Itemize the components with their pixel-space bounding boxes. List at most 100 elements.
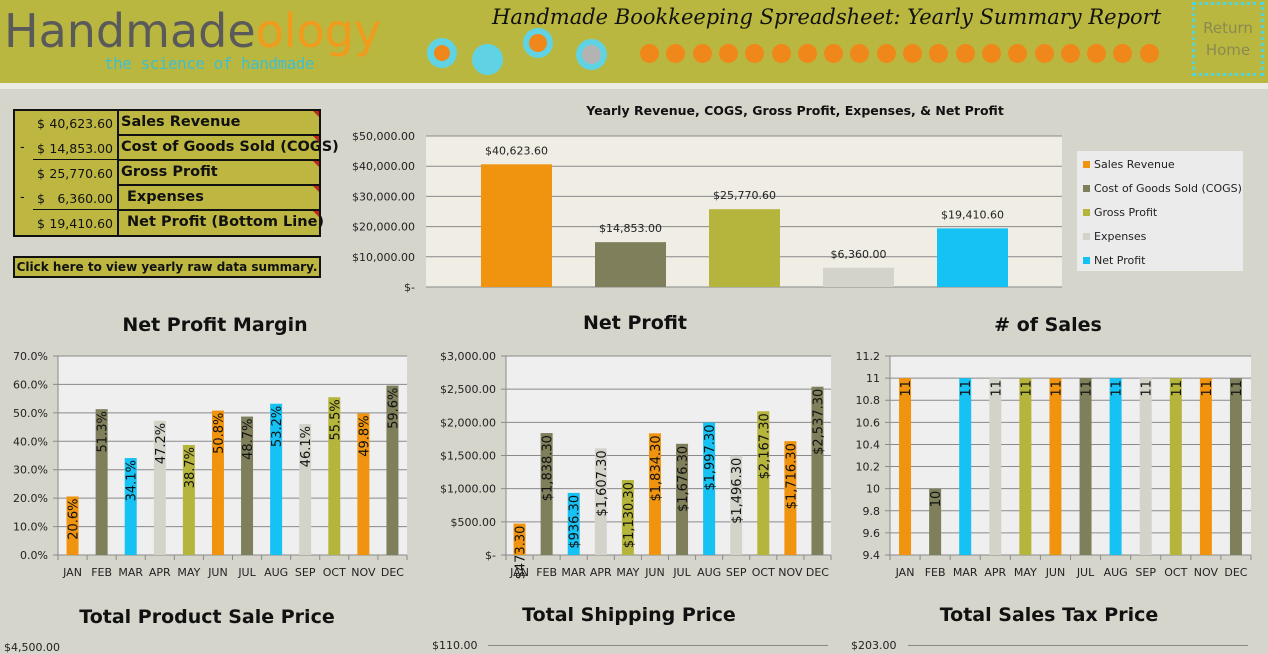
- y-tick-label: $3,000.00: [440, 350, 496, 363]
- view-raw-data-button[interactable]: Click here to view yearly raw data summa…: [13, 256, 321, 278]
- legend-item-sales-revenue: Sales Revenue: [1083, 158, 1175, 171]
- x-tick-label: DEC: [1224, 566, 1247, 579]
- data-label: $19,410.60: [941, 208, 1004, 221]
- legend-swatch: [1083, 185, 1090, 192]
- currency: $: [37, 141, 45, 156]
- legend-label: Cost of Goods Sold (COGS): [1094, 182, 1242, 195]
- x-tick-label: JAN: [509, 566, 529, 579]
- sales-tax-price-gridline: [908, 645, 1248, 646]
- x-tick-label: NOV: [351, 566, 376, 579]
- x-tick-label: APR: [149, 566, 171, 579]
- bar-expenses: [823, 267, 894, 287]
- decor-dot-icon: [850, 44, 870, 63]
- bar-gross-profit: [709, 209, 780, 287]
- legend-item-expenses: Expenses: [1083, 230, 1146, 243]
- data-label: 20.6%: [67, 498, 82, 539]
- amount-value: 6,360.00: [57, 191, 113, 206]
- summary-row-net-profit: $19,410.60 Net Profit (Bottom Line): [15, 211, 324, 236]
- data-label: $2,167.30: [757, 413, 772, 479]
- x-tick-label: MAR: [118, 566, 143, 579]
- x-tick-label: NOV: [778, 566, 803, 579]
- y-tick-label: 9.8: [863, 505, 881, 518]
- net-profit-title: Net Profit: [583, 312, 687, 334]
- amount: $14,853.00: [37, 141, 113, 156]
- data-label: $14,853.00: [599, 222, 662, 235]
- return-home-button[interactable]: Return Home: [1192, 2, 1264, 76]
- summary-row-cogs: - $14,853.00 Cost of Goods Sold (COGS): [15, 136, 339, 161]
- data-label: 10: [929, 491, 944, 508]
- bar-sales-revenue: [481, 164, 552, 287]
- decor-dot-icon: [1087, 44, 1107, 63]
- subtotal-line: [33, 209, 117, 210]
- x-tick-label: MAR: [953, 566, 978, 579]
- data-label: 59.6%: [386, 388, 401, 429]
- data-label: 49.8%: [357, 415, 372, 456]
- amount: $6,360.00: [37, 191, 113, 206]
- data-label: 11: [1019, 380, 1034, 397]
- x-tick-label: JUL: [672, 566, 691, 579]
- decor-dot-icon: [692, 44, 712, 63]
- y-tick-label: 11.2: [856, 350, 881, 363]
- decor-circle-icon: [434, 45, 450, 61]
- y-tick-label: 10.4: [856, 438, 881, 451]
- sign: -: [20, 140, 25, 155]
- bar-mar: [959, 378, 972, 555]
- shipping-price-title: Total Shipping Price: [522, 604, 736, 626]
- bar-apr: [989, 378, 1002, 555]
- legend-label: Gross Profit: [1094, 206, 1158, 219]
- y-tick-label: 9.4: [863, 549, 881, 562]
- data-label: $1,607.30: [595, 450, 610, 516]
- bar-oct: [1169, 378, 1182, 555]
- shipping-price-ytick: $110.00: [432, 639, 478, 652]
- summary-row-sales-revenue: $40,623.60 Sales Revenue: [15, 111, 319, 136]
- sign: -: [20, 190, 25, 205]
- x-tick-label: JUN: [644, 566, 665, 579]
- x-tick-label: NOV: [1194, 566, 1219, 579]
- data-label: 11: [1110, 380, 1125, 397]
- net-profit-margin-chart: 0.0% 10.0% 20.0% 30.0% 40.0% 50.0% 60.0% 70.0% 2…: [13, 350, 408, 579]
- decor-dot-icon: [1113, 44, 1133, 63]
- logo-main: Handmade: [4, 4, 256, 58]
- comment-indicator-icon[interactable]: [313, 136, 319, 142]
- y-tick-label: 30.0%: [13, 464, 48, 477]
- x-tick-label: FEB: [536, 566, 557, 579]
- bar-may: [1019, 378, 1032, 555]
- x-tick-label: DEC: [806, 566, 829, 579]
- data-label: $1,496.30: [730, 458, 745, 524]
- data-label: $1,676.30: [676, 446, 691, 512]
- data-label: 53.2%: [270, 406, 285, 447]
- data-label: 11: [1230, 380, 1245, 397]
- amount-value: 40,623.60: [49, 116, 113, 131]
- data-label: $1,716.30: [784, 443, 799, 509]
- sales-tax-price-title: Total Sales Tax Price: [939, 604, 1159, 626]
- data-label: $1,834.30: [649, 435, 664, 501]
- x-tick-label: APR: [984, 566, 1006, 579]
- x-tick-label: JUN: [1045, 566, 1066, 579]
- comment-indicator-icon[interactable]: [313, 186, 319, 192]
- legend-item-cogs: Cost of Goods Sold (COGS): [1083, 182, 1242, 195]
- decor-dot-icon: [666, 44, 686, 63]
- y-tick-label: 60.0%: [13, 378, 48, 391]
- decor-dot-icon: [745, 44, 765, 63]
- y-tick-label: $20,000.00: [352, 221, 415, 234]
- amount: $40,623.60: [37, 116, 113, 131]
- decor-dot-icon: [955, 44, 975, 63]
- label: Cost of Goods Sold (COGS): [121, 139, 339, 155]
- logo-tagline: the science of handmade: [104, 54, 315, 73]
- comment-indicator-icon[interactable]: [313, 111, 319, 117]
- y-tick-label: $1,500.00: [440, 450, 496, 463]
- data-label: $1,838.30: [541, 435, 556, 501]
- y-tick-label: $30,000.00: [352, 190, 415, 203]
- currency: $: [37, 166, 45, 181]
- x-tick-label: SEP: [1135, 566, 1156, 579]
- data-label: $40,623.60: [485, 144, 548, 157]
- bar-jan: [899, 378, 912, 555]
- header-banner: Handmadeology the science of handmade Ha…: [0, 0, 1268, 83]
- comment-indicator-icon[interactable]: [313, 211, 319, 217]
- comment-indicator-icon[interactable]: [313, 161, 319, 167]
- bar-net-profit: [937, 228, 1008, 287]
- x-tick-label: AUG: [264, 566, 288, 579]
- data-label: 55.5%: [328, 399, 343, 440]
- x-tick-label: MAY: [1014, 566, 1037, 579]
- x-tick-label: FEB: [91, 566, 112, 579]
